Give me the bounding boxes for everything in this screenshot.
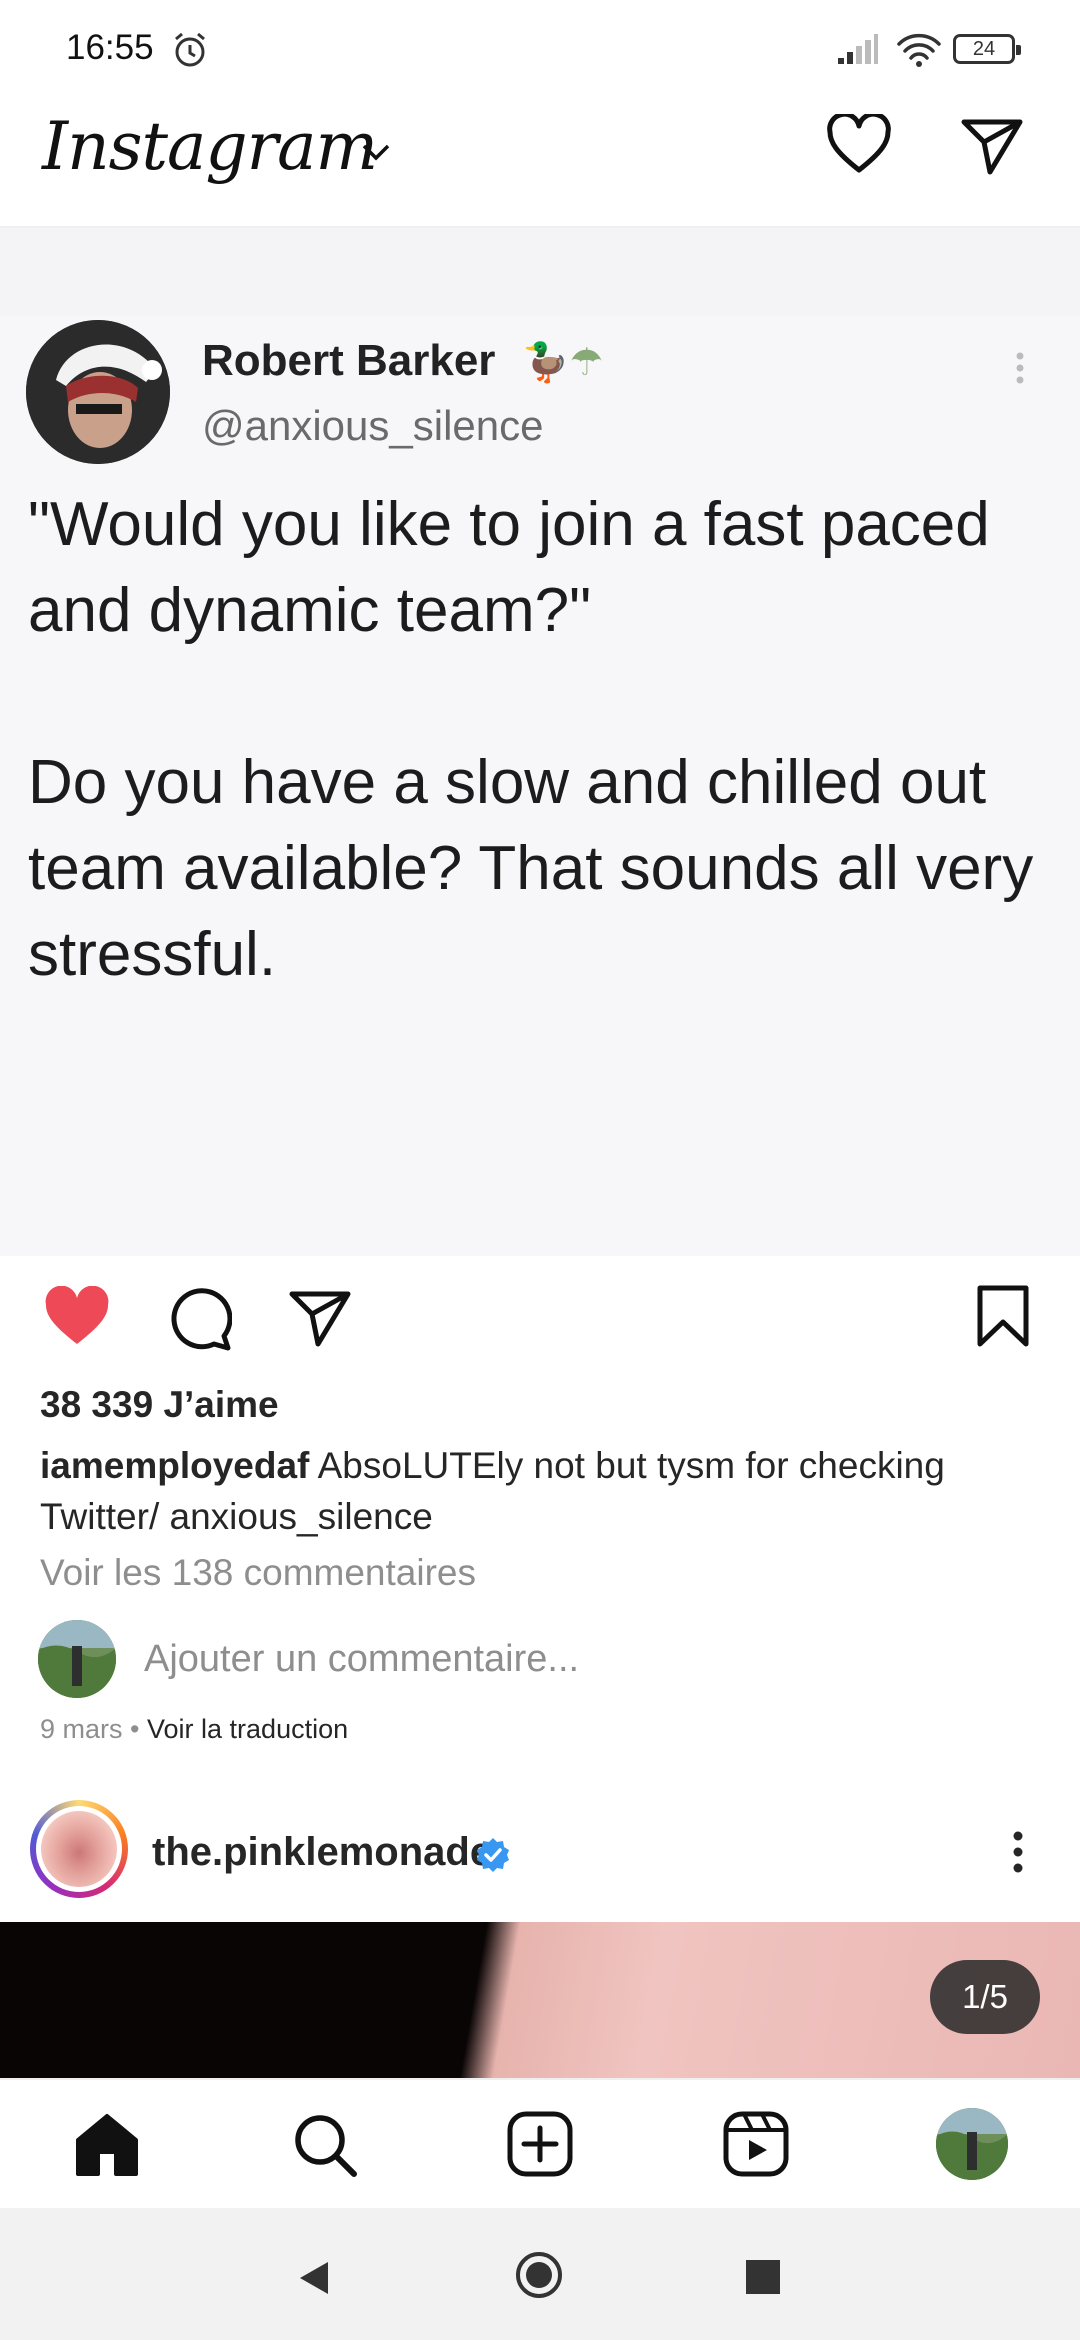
tweet-author-name: Robert Barker (202, 336, 496, 385)
wifi-icon (897, 33, 941, 67)
signal-icon (838, 34, 878, 64)
likes-count[interactable]: 38 339 J’aime (40, 1384, 279, 1426)
add-comment-input[interactable]: Ajouter un commentaire... (144, 1638, 579, 1681)
home-circle-icon[interactable] (514, 2250, 564, 2300)
translate-link[interactable]: Voir la traduction (147, 1714, 348, 1744)
chevron-down-icon[interactable] (358, 140, 394, 164)
profile-avatar[interactable] (936, 2108, 1008, 2180)
date-separator: • (122, 1714, 147, 1744)
carousel-counter: 1/5 (930, 1960, 1040, 2034)
post-date-text: 9 mars (40, 1714, 123, 1744)
more-options-icon[interactable] (1008, 1828, 1028, 1876)
status-time: 16:55 (66, 28, 154, 67)
share-icon[interactable] (288, 1290, 352, 1348)
like-heart-icon[interactable] (42, 1286, 112, 1348)
tweet-more-icon (1016, 352, 1024, 384)
next-post-username[interactable]: the.pinklemonade (152, 1830, 492, 1875)
comment-icon[interactable] (166, 1286, 232, 1352)
search-icon[interactable] (292, 2112, 358, 2178)
next-post-image[interactable] (0, 1922, 1080, 2078)
send-icon[interactable] (960, 118, 1024, 176)
tweet-handle: @anxious_silence (202, 402, 544, 449)
tweet-author-emoji: 🦆☂ (522, 342, 604, 384)
next-post-avatar[interactable] (41, 1811, 117, 1887)
current-user-avatar (38, 1620, 116, 1698)
post-caption: iamemployedaf AbsoLUTEly not but tysm fo… (40, 1440, 1040, 1542)
view-comments-link[interactable]: Voir les 138 commentaires (40, 1552, 476, 1594)
tweet-text: "Would you like to join a fast paced and… (28, 490, 1034, 989)
battery-indicator: 24 (953, 34, 1021, 64)
back-icon[interactable] (296, 2258, 332, 2298)
tweet-author-avatar (26, 320, 170, 464)
alarm-icon (175, 32, 205, 67)
bookmark-icon[interactable] (976, 1284, 1030, 1348)
post-date: 9 mars • Voir la traduction (40, 1714, 348, 1745)
heart-icon[interactable] (826, 114, 892, 174)
verified-badge-icon (477, 1838, 509, 1872)
instagram-logo[interactable]: Instagram (42, 108, 378, 185)
reels-icon[interactable] (722, 2110, 790, 2178)
recent-apps-icon[interactable] (746, 2260, 780, 2294)
home-icon[interactable] (72, 2110, 142, 2178)
add-post-icon[interactable] (506, 2110, 574, 2178)
caption-username[interactable]: iamemployedaf (40, 1445, 309, 1486)
post-image-top-band (0, 228, 1080, 316)
